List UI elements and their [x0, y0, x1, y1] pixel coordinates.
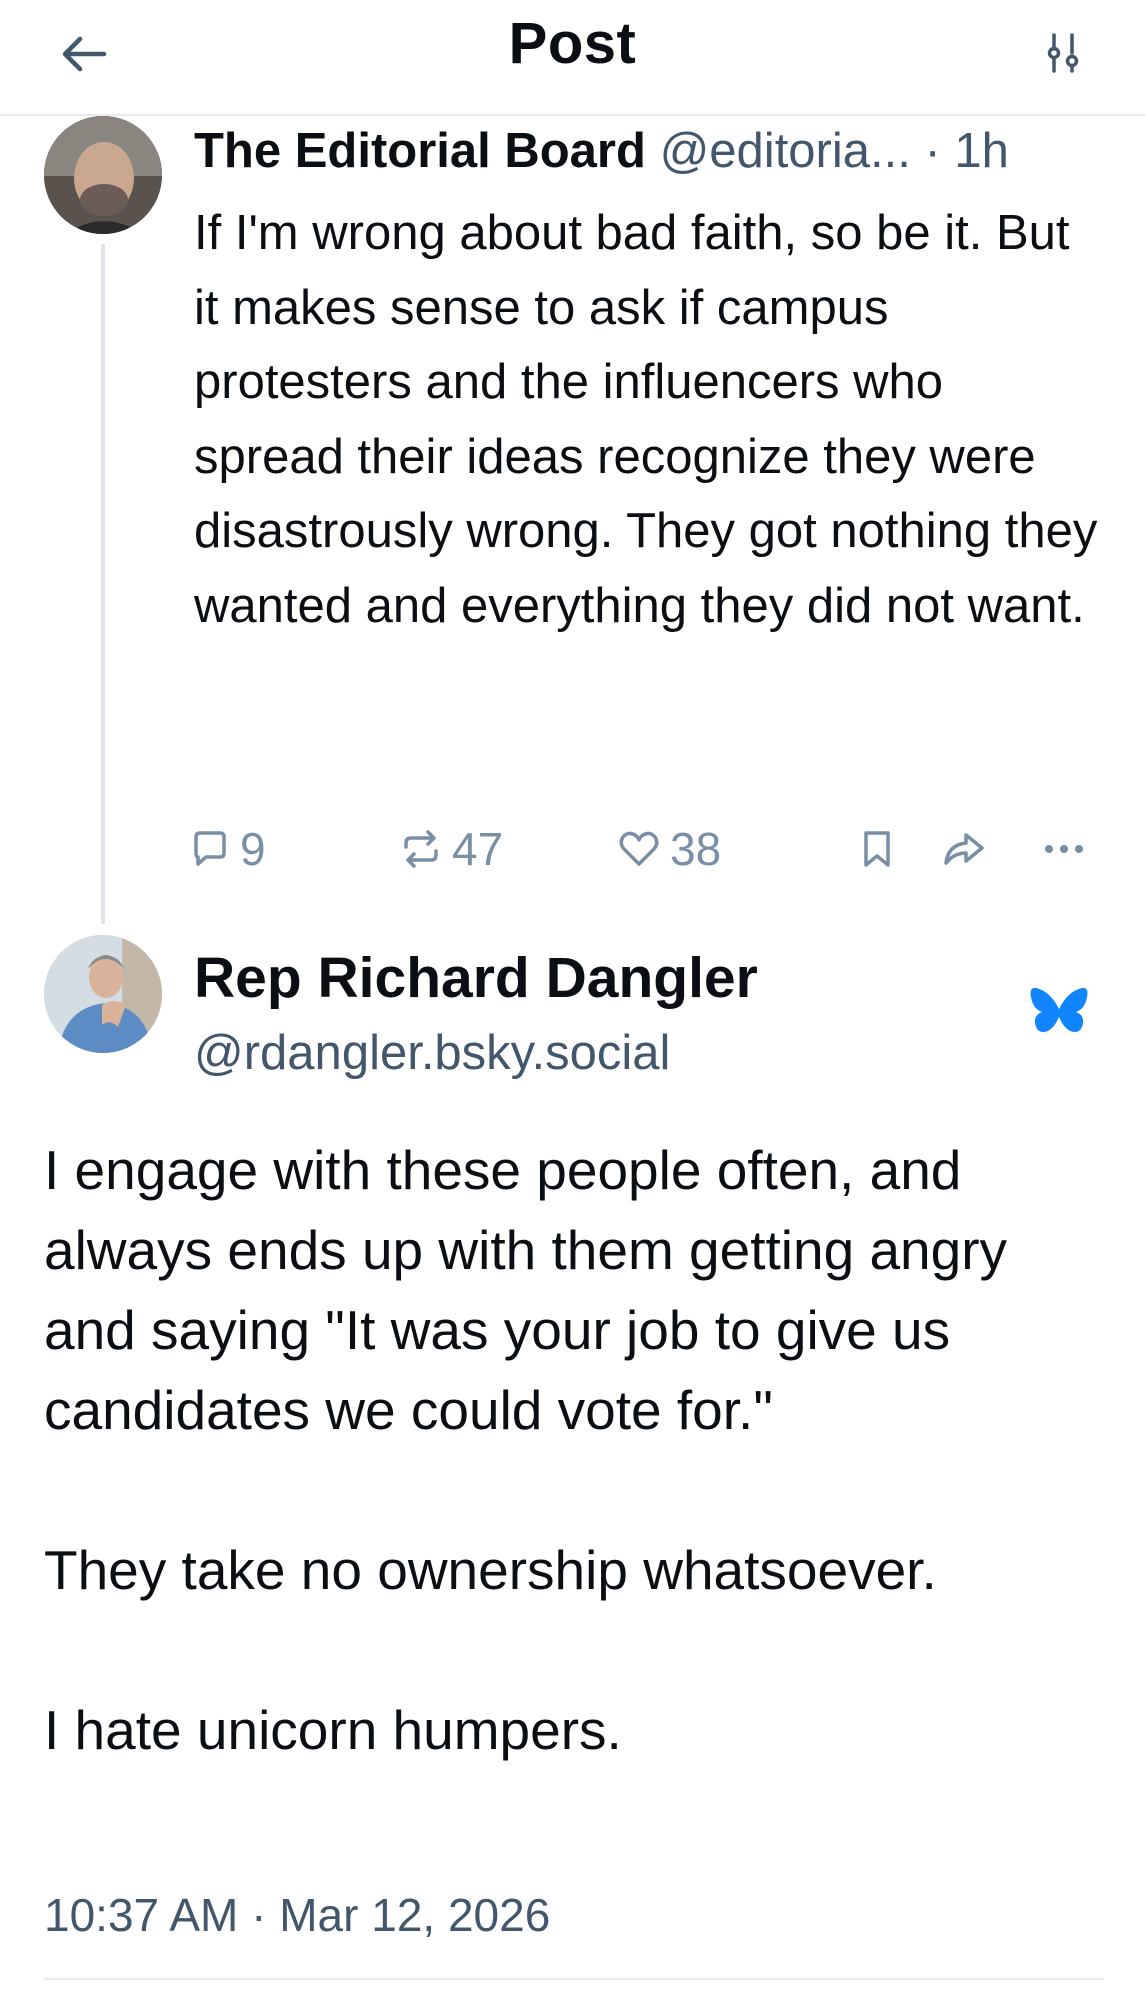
sliders-icon: [1047, 33, 1079, 73]
like-count: 38: [670, 823, 722, 875]
thread-settings-button[interactable]: [1030, 20, 1096, 86]
parent-post-time: · 1h: [924, 124, 1009, 178]
speech-bubble-icon: [194, 831, 226, 866]
bookmark-button[interactable]: [860, 818, 904, 880]
avatar-image: [44, 935, 162, 1053]
main-post-timestamp: 10:37 AM · Mar 12, 2026: [44, 1889, 551, 1941]
share-button[interactable]: [942, 818, 996, 880]
more-options-button[interactable]: [1042, 818, 1096, 880]
parent-post-header: The Editorial Board @editoria... · 1h: [194, 118, 1104, 184]
heart-icon: [619, 831, 659, 866]
parent-post-actions: 9 47 38: [190, 818, 1100, 880]
parent-author-name[interactable]: The Editorial Board: [194, 124, 646, 178]
share-arrow-icon: [944, 833, 984, 865]
avatar-editorial-board[interactable]: [44, 116, 162, 234]
repost-count: 47: [452, 823, 504, 875]
parent-author-handle[interactable]: @editoria...: [660, 124, 911, 178]
thread-connector-line: [101, 244, 105, 924]
main-post-paragraph: I engage with these people often, and al…: [44, 1139, 1008, 1441]
repost-button[interactable]: 47: [400, 818, 503, 880]
like-button[interactable]: 38: [618, 818, 721, 880]
ellipsis-icon: [1045, 845, 1083, 853]
main-post-paragraph: They take no ownership whatsoever.: [44, 1539, 937, 1601]
repost-arrows-icon: [404, 830, 438, 868]
top-bar: Post: [0, 0, 1145, 116]
parent-post-text[interactable]: If I'm wrong about bad faith, so be it. …: [194, 196, 1104, 643]
main-author-name[interactable]: Rep Richard Dangler: [194, 938, 758, 1018]
reply-button[interactable]: 9: [190, 818, 266, 880]
main-author-handle[interactable]: @rdangler.bsky.social: [194, 1018, 670, 1088]
avatar-rep-richard-dangler[interactable]: [44, 935, 162, 1053]
divider: [44, 1978, 1104, 1980]
main-post-paragraph: I hate unicorn humpers.: [44, 1699, 622, 1761]
bookmark-icon: [864, 831, 890, 867]
bluesky-butterfly-icon: [1030, 987, 1088, 1032]
main-post-text[interactable]: I engage with these people often, and al…: [44, 1130, 1104, 1770]
avatar-image: [44, 116, 162, 234]
page-title: Post: [508, 11, 637, 76]
reply-count: 9: [240, 823, 266, 875]
